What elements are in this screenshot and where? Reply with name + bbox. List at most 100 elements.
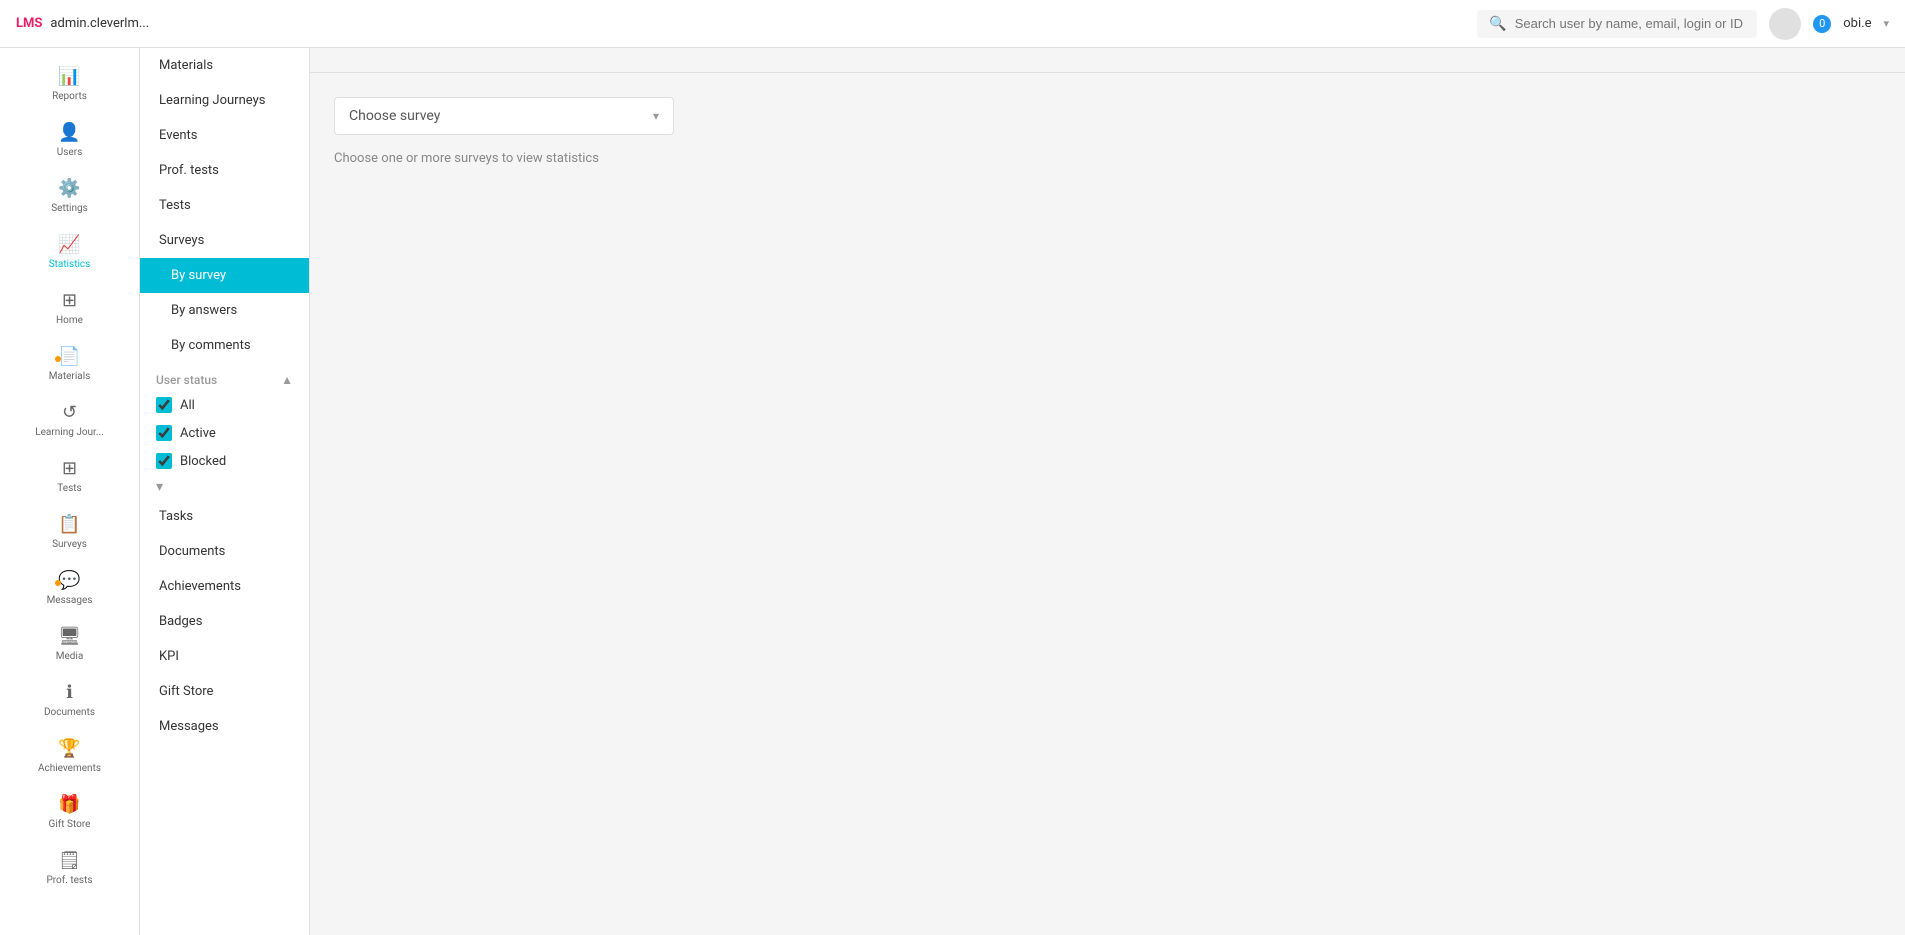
sub-item-materials[interactable]: Materials (140, 48, 309, 83)
sidebar-label-statistics: Statistics (49, 259, 91, 270)
hint-text: Choose one or more surveys to view stati… (334, 151, 1881, 166)
sidebar-label-prof-tests: Prof. tests (46, 875, 92, 886)
messages-icon-wrap: 💬 (58, 570, 80, 591)
documents-icon-wrap: ℹ (66, 682, 73, 703)
checkbox-input-active[interactable] (156, 425, 172, 441)
sidebar-label-reports: Reports (52, 91, 87, 102)
search-input[interactable] (1515, 16, 1746, 31)
sidebar-item-media[interactable]: 🖥 Media (0, 616, 139, 672)
messages-icon: 💬 (58, 570, 80, 591)
sidebar-item-documents[interactable]: ℹ Documents (0, 672, 139, 728)
sub-item-prof-tests[interactable]: Prof. tests (140, 153, 309, 188)
sidebar-item-prof-tests[interactable]: 🗒 Prof. tests (0, 840, 139, 896)
sidebar-item-learning-journeys[interactable]: ↺ Learning Jour... (0, 392, 139, 448)
sidebar-item-settings[interactable]: ⚙️ Settings (0, 168, 139, 224)
sub-item-achievements[interactable]: Achievements (140, 569, 309, 604)
sub-item-learning-journeys[interactable]: Learning Journeys (140, 83, 309, 118)
sidebar-label-media: Media (56, 651, 84, 662)
sidebar-label-surveys: Surveys (52, 539, 87, 550)
sub-item-by-comments[interactable]: By comments (140, 328, 309, 363)
sidebar-label-messages: Messages (47, 595, 93, 606)
topbar-left: LMS admin.cleverlm... (16, 16, 149, 31)
documents-icon: ℹ (66, 682, 73, 703)
sub-item-surveys[interactable]: Surveys (140, 223, 309, 258)
prof-tests-icon: 🗒 (58, 850, 81, 871)
sidebar-label-tests: Tests (57, 483, 81, 494)
admin-title: admin.cleverlm... (50, 16, 149, 31)
sidebar-item-surveys[interactable]: 📋 Surveys (0, 504, 139, 560)
checkbox-input-blocked[interactable] (156, 453, 172, 469)
media-icon-wrap: 🖥 (58, 626, 81, 647)
learning-journeys-icon: ↺ (62, 402, 77, 423)
sidebar-item-statistics[interactable]: 📈 Statistics (0, 224, 139, 280)
collapse-icon[interactable]: ▲ (281, 373, 293, 387)
notification-count: 0 (1813, 15, 1831, 33)
sidebar-item-materials[interactable]: 📄 Materials (0, 336, 139, 392)
user-name[interactable]: obi.e (1843, 16, 1871, 31)
home-icon: ⊞ (62, 290, 77, 311)
sidebar-label-materials: Materials (49, 371, 91, 382)
sub-item-badges[interactable]: Badges (140, 604, 309, 639)
chevron-down-icon: ▾ (653, 109, 659, 123)
notification-dot (55, 580, 61, 586)
gift-store-icon-wrap: 🎁 (58, 794, 80, 815)
tests-icon-wrap: ⊞ (62, 458, 77, 479)
sidebar-item-tests[interactable]: ⊞ Tests (0, 448, 139, 504)
sub-item-tests[interactable]: Tests (140, 188, 309, 223)
user-status-text: User status (156, 373, 217, 387)
user-status-label: User status ▲ (140, 363, 309, 391)
sub-item-documents[interactable]: Documents (140, 534, 309, 569)
choose-survey-dropdown[interactable]: Choose survey ▾ (334, 97, 674, 135)
sub-item-by-answers[interactable]: By answers (140, 293, 309, 328)
reports-icon-wrap: 📊 (58, 66, 80, 87)
prof-tests-icon-wrap: 🗒 (58, 850, 81, 871)
sidebar-sub: MaterialsLearning JourneysEventsProf. te… (140, 48, 310, 935)
topbar-right: 🔍 0 obi.e ▾ (1477, 8, 1889, 40)
checkbox-active: Active (140, 419, 309, 447)
achievements-icon: 🏆 (58, 738, 80, 759)
sidebar-item-home[interactable]: ⊞ Home (0, 280, 139, 336)
sub-item-events[interactable]: Events (140, 118, 309, 153)
sidebar-item-achievements[interactable]: 🏆 Achievements (0, 728, 139, 784)
sidebar-item-reports[interactable]: 📊 Reports (0, 56, 139, 112)
sub-item-tasks[interactable]: Tasks (140, 499, 309, 534)
settings-icon: ⚙️ (58, 178, 80, 199)
lms-logo: LMS (16, 16, 42, 31)
surveys-icon-wrap: 📋 (58, 514, 80, 535)
statistics-icon-wrap: 📈 (58, 234, 80, 255)
sub-item-by-survey[interactable]: By survey (140, 258, 309, 293)
sidebar-label-users: Users (57, 147, 83, 158)
checkbox-label-active: Active (180, 426, 216, 441)
checkbox-input-all[interactable] (156, 397, 172, 413)
checkbox-label-blocked: Blocked (180, 454, 226, 469)
home-icon-wrap: ⊞ (62, 290, 77, 311)
checkbox-label-all: All (180, 398, 195, 413)
sidebar-label-achievements: Achievements (38, 763, 101, 774)
expand-arrow[interactable]: ▾ (140, 475, 309, 499)
search-bar[interactable]: 🔍 (1477, 10, 1757, 38)
sidebar-item-users[interactable]: 👤 Users (0, 112, 139, 168)
learning-journeys-icon-wrap: ↺ (62, 402, 77, 423)
user-avatar (1769, 8, 1801, 40)
search-icon: 🔍 (1489, 16, 1506, 32)
surveys-icon: 📋 (58, 514, 80, 535)
users-icon-wrap: 👤 (58, 122, 80, 143)
topbar: LMS admin.cleverlm... 🔍 0 obi.e ▾ (0, 0, 1905, 48)
sub-item-messages[interactable]: Messages (140, 709, 309, 744)
sub-item-kpi[interactable]: KPI (140, 639, 309, 674)
sidebar-label-learning-journeys: Learning Jour... (35, 427, 104, 438)
achievements-icon-wrap: 🏆 (58, 738, 80, 759)
sidebar-item-gift-store[interactable]: 🎁 Gift Store (0, 784, 139, 840)
reports-icon: 📊 (58, 66, 80, 87)
settings-icon-wrap: ⚙️ (58, 178, 80, 199)
divider (310, 72, 1905, 73)
sidebar-item-messages[interactable]: 💬 Messages (0, 560, 139, 616)
sub-item-gift-store[interactable]: Gift Store (140, 674, 309, 709)
materials-icon-wrap: 📄 (58, 346, 80, 367)
sidebar-label-gift-store: Gift Store (49, 819, 91, 830)
tests-icon: ⊞ (62, 458, 77, 479)
sidebar-icons: 📊 Reports 👤 Users ⚙️ Settings 📈 Statisti… (0, 48, 140, 935)
media-icon: 🖥 (58, 626, 81, 647)
checkbox-blocked: Blocked (140, 447, 309, 475)
main-content: Choose survey ▾ Choose one or more surve… (310, 48, 1905, 935)
